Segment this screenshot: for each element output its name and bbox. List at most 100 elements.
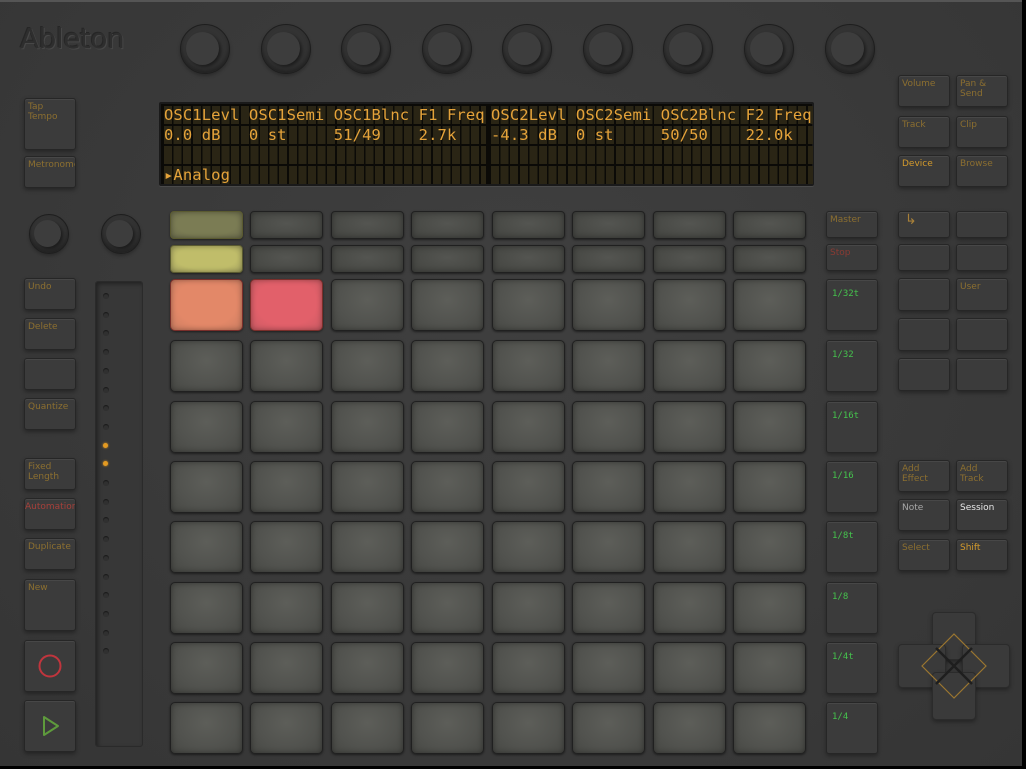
return-button[interactable]: ↳ (898, 211, 950, 238)
pad[interactable] (653, 279, 726, 331)
pad[interactable] (170, 340, 243, 392)
track-select-button[interactable] (411, 211, 484, 239)
shift-button[interactable]: Shift (956, 539, 1008, 571)
browse-button[interactable]: Browse (956, 155, 1008, 187)
track-select-button[interactable] (331, 211, 404, 239)
pad[interactable] (170, 401, 243, 453)
blank-2-button[interactable] (898, 244, 950, 271)
pad[interactable] (250, 461, 323, 513)
encoder-knob[interactable] (583, 24, 633, 74)
pad[interactable] (733, 582, 806, 634)
rate-button-1-16t[interactable]: 1/16t (826, 401, 878, 453)
pad[interactable] (492, 642, 565, 694)
duplicate-button[interactable]: Duplicate (24, 538, 76, 570)
track-select-button[interactable] (653, 211, 726, 239)
record-button[interactable] (24, 640, 76, 692)
rate-button-1-8[interactable]: 1/8 (826, 582, 878, 634)
pad[interactable] (411, 521, 484, 573)
encoder-knob[interactable] (663, 24, 713, 74)
pad[interactable] (653, 521, 726, 573)
user-button[interactable]: User (956, 278, 1008, 311)
touch-strip[interactable] (95, 281, 143, 747)
encoder-knob[interactable] (825, 24, 875, 74)
track-select-button[interactable] (492, 211, 565, 239)
track-state-button[interactable] (411, 245, 484, 273)
pad[interactable] (411, 461, 484, 513)
encoder-knob[interactable] (261, 24, 311, 74)
encoder-knob[interactable] (744, 24, 794, 74)
track-state-button[interactable] (733, 245, 806, 273)
note-button[interactable]: Note (898, 499, 950, 531)
pad[interactable] (250, 521, 323, 573)
pad[interactable] (492, 340, 565, 392)
stop-button[interactable]: Stop (826, 244, 878, 271)
encoder-knob[interactable] (422, 24, 472, 74)
rate-button-1-4[interactable]: 1/4 (826, 702, 878, 754)
track-select-button[interactable] (572, 211, 645, 239)
pad[interactable] (170, 461, 243, 513)
rate-button-1-16[interactable]: 1/16 (826, 461, 878, 513)
pad[interactable] (572, 702, 645, 754)
pad[interactable] (331, 401, 404, 453)
new-button[interactable]: New (24, 579, 76, 631)
swing-knob[interactable] (101, 214, 141, 254)
track-state-button[interactable] (331, 245, 404, 273)
pad[interactable] (733, 642, 806, 694)
pad[interactable] (170, 521, 243, 573)
pad[interactable] (653, 401, 726, 453)
rate-button-1-4t[interactable]: 1/4t (826, 642, 878, 694)
pan-send-button[interactable]: Pan & Send (956, 75, 1008, 107)
track-state-button[interactable] (492, 245, 565, 273)
pad[interactable] (411, 340, 484, 392)
pad[interactable] (653, 582, 726, 634)
blank-4-button[interactable] (898, 278, 950, 311)
pad[interactable] (572, 642, 645, 694)
pad[interactable] (733, 461, 806, 513)
pad[interactable] (572, 461, 645, 513)
master-button[interactable]: Master (826, 211, 878, 238)
tempo-knob[interactable] (29, 214, 69, 254)
pad[interactable] (572, 340, 645, 392)
play-button[interactable] (24, 700, 76, 752)
pad[interactable] (331, 461, 404, 513)
encoder-knob[interactable] (341, 24, 391, 74)
pad[interactable] (733, 340, 806, 392)
pad[interactable] (492, 279, 565, 331)
pad[interactable] (572, 521, 645, 573)
pad-lit[interactable] (250, 279, 323, 331)
pad[interactable] (411, 642, 484, 694)
fixed-length-button[interactable]: Fixed Length (24, 458, 76, 490)
pad[interactable] (411, 401, 484, 453)
track-button[interactable]: Track (898, 116, 950, 148)
pad[interactable] (733, 702, 806, 754)
pad[interactable] (492, 521, 565, 573)
pad[interactable] (411, 702, 484, 754)
pad[interactable] (250, 401, 323, 453)
pad[interactable] (572, 582, 645, 634)
pad[interactable] (653, 340, 726, 392)
encoder-knob[interactable] (180, 24, 230, 74)
blank-button[interactable] (24, 358, 76, 390)
blank-5-button[interactable] (898, 318, 950, 351)
session-button[interactable]: Session (956, 499, 1008, 531)
pad[interactable] (331, 582, 404, 634)
pad[interactable] (250, 702, 323, 754)
track-select-button[interactable] (733, 211, 806, 239)
blank-1-button[interactable] (956, 211, 1008, 238)
device-button[interactable]: Device (898, 155, 950, 187)
track-state-button[interactable] (250, 245, 323, 273)
pad[interactable] (492, 401, 565, 453)
pad[interactable] (492, 461, 565, 513)
pad[interactable] (331, 702, 404, 754)
select-button[interactable]: Select (898, 539, 950, 571)
track-state-button[interactable] (653, 245, 726, 273)
pad[interactable] (170, 642, 243, 694)
tap-tempo-button[interactable]: Tap Tempo (24, 98, 76, 150)
add-track-button[interactable]: Add Track (956, 460, 1008, 492)
pad[interactable] (250, 340, 323, 392)
pad[interactable] (170, 702, 243, 754)
pad[interactable] (492, 702, 565, 754)
rate-button-1-32t[interactable]: 1/32t (826, 279, 878, 331)
track-select-button[interactable] (170, 211, 243, 239)
pad[interactable] (733, 279, 806, 331)
